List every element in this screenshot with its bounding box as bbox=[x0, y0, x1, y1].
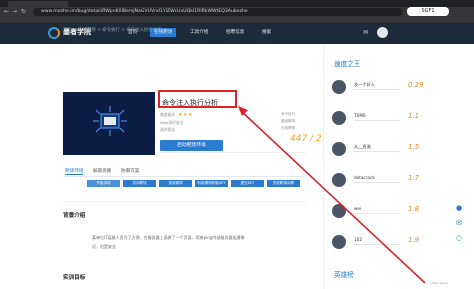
step-submit: 提交KEY bbox=[231, 180, 264, 187]
browser-toolbar: ← → ↻ www.mozhe.im/bug/detail/RWpnK0lBem… bbox=[0, 7, 474, 17]
ranking-value: 1.5 bbox=[408, 143, 420, 151]
ranking-value: 1.8 bbox=[408, 205, 420, 213]
ranking-bar bbox=[354, 120, 400, 121]
nav-jobs[interactable]: 招聘信息 bbox=[226, 28, 244, 37]
ranking-name: 从__逐渐 bbox=[354, 144, 371, 149]
avatar bbox=[332, 204, 346, 218]
start-range-button[interactable]: 启动靶场环境 bbox=[160, 140, 223, 151]
ranking-name: wei bbox=[354, 206, 362, 211]
ranking-row[interactable]: wei 1.8 bbox=[332, 204, 442, 226]
ranking-bar bbox=[354, 213, 400, 214]
chat-icon[interactable]: ✉ bbox=[454, 218, 464, 228]
progress-steps: 开始训练 访问靶场 找到漏洞 利用漏洞获取KEY 提交KEY 完成靶场训练 bbox=[63, 180, 306, 190]
avatar bbox=[332, 80, 346, 94]
ranking-bar bbox=[354, 182, 400, 183]
tab-defense[interactable]: 防御方案 bbox=[121, 168, 139, 174]
course-category: Web测评安全 bbox=[160, 120, 184, 125]
difficulty-label: 难度级别 bbox=[160, 112, 176, 117]
difficulty-stars: ★★★ bbox=[178, 112, 193, 118]
reload-icon[interactable]: ↻ bbox=[21, 9, 26, 15]
logo-icon bbox=[48, 27, 60, 39]
back-icon[interactable]: ← bbox=[4, 9, 9, 15]
avatar bbox=[332, 173, 346, 187]
avatar bbox=[332, 235, 346, 249]
step-start: 开始训练 bbox=[87, 180, 120, 187]
course-tabs: 靶场环境 解题思路 防御方案 bbox=[63, 167, 306, 177]
step-complete: 完成靶场训练 bbox=[267, 180, 300, 187]
background-text-line-1: 某单位IT运维人员为了方便，在服务器上面做了一个页面，用来ping内部服务器连通… bbox=[92, 235, 245, 240]
qq-icon[interactable]: ● bbox=[454, 203, 464, 213]
ranking-row[interactable]: 102 1.9 bbox=[332, 235, 442, 257]
browser-tab-strip bbox=[0, 0, 474, 7]
ranking-name: 102 bbox=[354, 237, 362, 242]
hero-board-title: 英雄榜 bbox=[334, 271, 354, 279]
course-report: 测评报告 bbox=[160, 127, 176, 132]
profile-badge[interactable]: SGF1 bbox=[407, 7, 449, 16]
tab-solution[interactable]: 解题思路 bbox=[93, 168, 111, 174]
course-tag-3: 在线靶场 bbox=[281, 126, 296, 130]
background-title: 背景介绍 bbox=[63, 213, 86, 219]
course-tag-1: 命令执行 bbox=[281, 112, 296, 116]
training-title: 实训目标 bbox=[63, 275, 86, 281]
user-avatar[interactable] bbox=[377, 27, 388, 38]
section-divider bbox=[63, 201, 306, 202]
ranking-row[interactable]: 发一个好人 0.29 bbox=[332, 80, 442, 102]
ranking-row[interactable]: 从__逐渐 1.5 bbox=[332, 142, 442, 164]
ranking-row[interactable]: dotacrack 1.7 bbox=[332, 173, 442, 195]
avatar bbox=[332, 111, 346, 125]
ranking-bar bbox=[354, 244, 400, 245]
course-tag-2: 墨者靶场 bbox=[281, 119, 296, 123]
step-find: 找到漏洞 bbox=[159, 180, 192, 187]
ranking-value: 1.1 bbox=[408, 112, 420, 120]
ranking-name: 发一个好人 bbox=[354, 82, 375, 87]
tab-environment[interactable]: 靶场环境 bbox=[65, 168, 84, 175]
ranking-bar bbox=[354, 89, 400, 90]
ranking-value: 0.29 bbox=[408, 81, 424, 89]
avatar bbox=[332, 142, 346, 156]
background-text-line-2: 况，但是安全 bbox=[92, 244, 116, 249]
ranking-value: 1.7 bbox=[408, 174, 420, 182]
ranking-bar bbox=[354, 151, 400, 152]
wechat-icon[interactable]: ○ bbox=[454, 233, 464, 243]
ranking-panel: 速度之王 发一个好人 0.29 TXMS 1.1 从__逐渐 1.5 dotac… bbox=[323, 44, 451, 289]
nav-tools[interactable]: 工具介绍 bbox=[190, 28, 208, 37]
address-bar[interactable]: www.mozhe.im/bug/detail/RWpnK0lBemJNaGVU… bbox=[33, 8, 403, 16]
step-exploit: 利用漏洞获取KEY bbox=[195, 180, 228, 187]
annotation-highlight-box bbox=[158, 90, 237, 108]
ranking-name: dotacrack bbox=[354, 175, 375, 180]
notification-icon[interactable]: ✉ bbox=[363, 29, 368, 36]
step-visit: 访问靶场 bbox=[123, 180, 156, 187]
breadcrumb: 首页 > 在线靶场 > 命令执行 > 命令注入执行分析 bbox=[63, 28, 162, 33]
forward-icon[interactable]: → bbox=[12, 9, 17, 15]
ranking-row[interactable]: TXMS 1.1 bbox=[332, 111, 442, 133]
watermark: CSDN @wei bbox=[430, 281, 448, 285]
floating-toolbar: ● ✉ ○ bbox=[452, 203, 466, 263]
ranking-value: 1.9 bbox=[408, 236, 420, 244]
speed-king-title: 速度之王 bbox=[334, 60, 361, 68]
nav-search[interactable]: 搜索 bbox=[262, 28, 271, 37]
ranking-name: TXMS bbox=[354, 113, 366, 118]
course-banner-image bbox=[63, 92, 155, 155]
